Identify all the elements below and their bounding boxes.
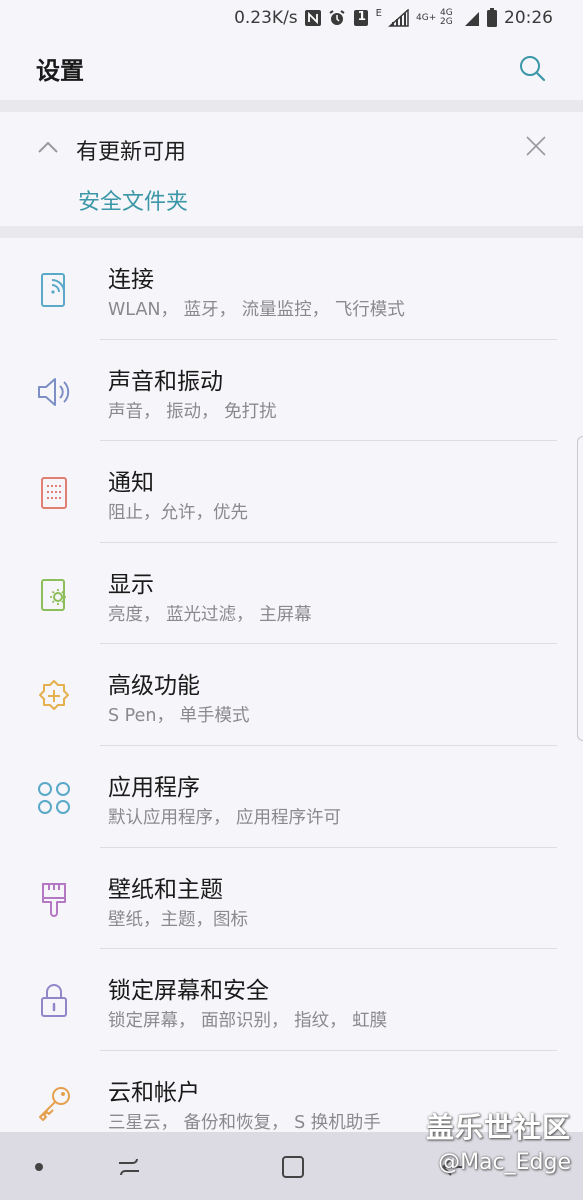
home-icon	[282, 1156, 304, 1178]
dismiss-button[interactable]	[522, 132, 550, 160]
nav-dot-button[interactable]	[22, 1150, 56, 1184]
item-title: 云和帐户	[108, 1079, 200, 1106]
update-card: 有更新可用 安全文件夹	[0, 112, 583, 226]
settings-item-sound[interactable]: 声音和振动 声音， 振动， 免打扰	[0, 340, 583, 442]
item-title: 声音和振动	[108, 368, 223, 395]
battery-icon	[486, 8, 498, 28]
item-title: 高级功能	[108, 673, 200, 700]
item-subtitle: 声音， 振动， 免打扰	[108, 401, 277, 422]
edge-panel-handle[interactable]	[577, 436, 583, 741]
item-title: 连接	[108, 267, 154, 293]
home-button[interactable]	[276, 1150, 310, 1184]
sim-badge-number: 1	[357, 9, 367, 23]
item-subtitle: 亮度， 蓝光过滤， 主屏幕	[108, 604, 312, 625]
signal-icon	[388, 9, 410, 27]
secure-folder-link[interactable]: 安全文件夹	[78, 184, 188, 216]
item-subtitle: WLAN， 蓝牙， 流量监控， 飞行模式	[108, 300, 405, 320]
item-subtitle: 壁纸，主题，图标	[108, 909, 248, 930]
nfc-icon	[304, 9, 322, 27]
item-subtitle: 默认应用程序， 应用程序许可	[108, 807, 342, 828]
notifications-icon	[34, 473, 74, 513]
settings-item-display[interactable]: 显示 亮度， 蓝光过滤， 主屏幕	[0, 543, 583, 645]
signal-icon-2	[464, 9, 480, 27]
search-button[interactable]	[515, 51, 549, 85]
update-title: 有更新可用	[76, 140, 187, 165]
close-icon	[526, 136, 546, 156]
settings-item-advanced-features[interactable]: 高级功能 S Pen， 单手模式	[0, 644, 583, 746]
wallpaper-brush-icon	[34, 880, 74, 920]
clock: 20:26	[504, 8, 553, 28]
display-icon	[34, 575, 74, 615]
recents-button[interactable]	[112, 1150, 146, 1184]
section-divider	[0, 226, 583, 238]
item-subtitle: 三星云， 备份和恢复， S 换机助手	[108, 1112, 381, 1133]
apps-icon	[34, 778, 74, 818]
app-header: 设置	[0, 36, 583, 100]
connections-icon	[34, 270, 74, 310]
chevron-up-icon	[38, 141, 58, 153]
page-title: 设置	[36, 56, 84, 85]
watermark-handle: @Mac_Edge	[438, 1150, 571, 1175]
settings-item-lock-screen[interactable]: 锁定屏幕和安全 锁定屏幕， 面部识别， 指纹， 虹膜	[0, 949, 583, 1051]
network-speed: 0.23K/s	[234, 8, 298, 28]
settings-item-wallpaper[interactable]: 壁纸和主题 壁纸，主题，图标	[0, 848, 583, 950]
network-type-1: 4G+	[416, 12, 437, 23]
item-subtitle: 锁定屏幕， 面部识别， 指纹， 虹膜	[108, 1011, 388, 1032]
key-icon	[34, 1083, 74, 1123]
alarm-icon	[328, 9, 346, 27]
collapse-toggle[interactable]	[36, 138, 60, 158]
advanced-features-icon	[34, 676, 74, 716]
item-title: 通知	[108, 470, 154, 497]
edge-label: E	[375, 7, 382, 19]
item-title: 壁纸和主题	[108, 876, 223, 903]
item-title: 显示	[108, 571, 154, 598]
recents-icon	[119, 1158, 139, 1176]
item-subtitle: S Pen， 单手模式	[108, 706, 250, 727]
status-bar: 0.23K/s 1 E 4G+ 4G 2G 20:26	[0, 0, 583, 36]
settings-item-apps[interactable]: 应用程序 默认应用程序， 应用程序许可	[0, 746, 583, 848]
item-title: 应用程序	[108, 774, 200, 801]
network-type-2: 4G 2G	[440, 8, 453, 27]
sound-icon	[34, 372, 74, 412]
section-divider	[0, 100, 583, 112]
dot-icon	[35, 1163, 43, 1171]
item-subtitle: 阻止，允许，优先	[108, 503, 248, 524]
watermark-title: 盖乐世社区	[425, 1111, 571, 1144]
settings-list: 连接 WLAN， 蓝牙， 流量监控， 飞行模式 声音和振动 声音， 振动， 免打…	[0, 238, 583, 1152]
item-title: 锁定屏幕和安全	[108, 978, 269, 1005]
sim-badge-icon: 1	[352, 9, 370, 27]
lock-icon	[34, 981, 74, 1021]
search-icon	[520, 56, 546, 82]
settings-item-connections[interactable]: 连接 WLAN， 蓝牙， 流量监控， 飞行模式	[0, 238, 583, 340]
settings-item-notifications[interactable]: 通知 阻止，允许，优先	[0, 441, 583, 543]
